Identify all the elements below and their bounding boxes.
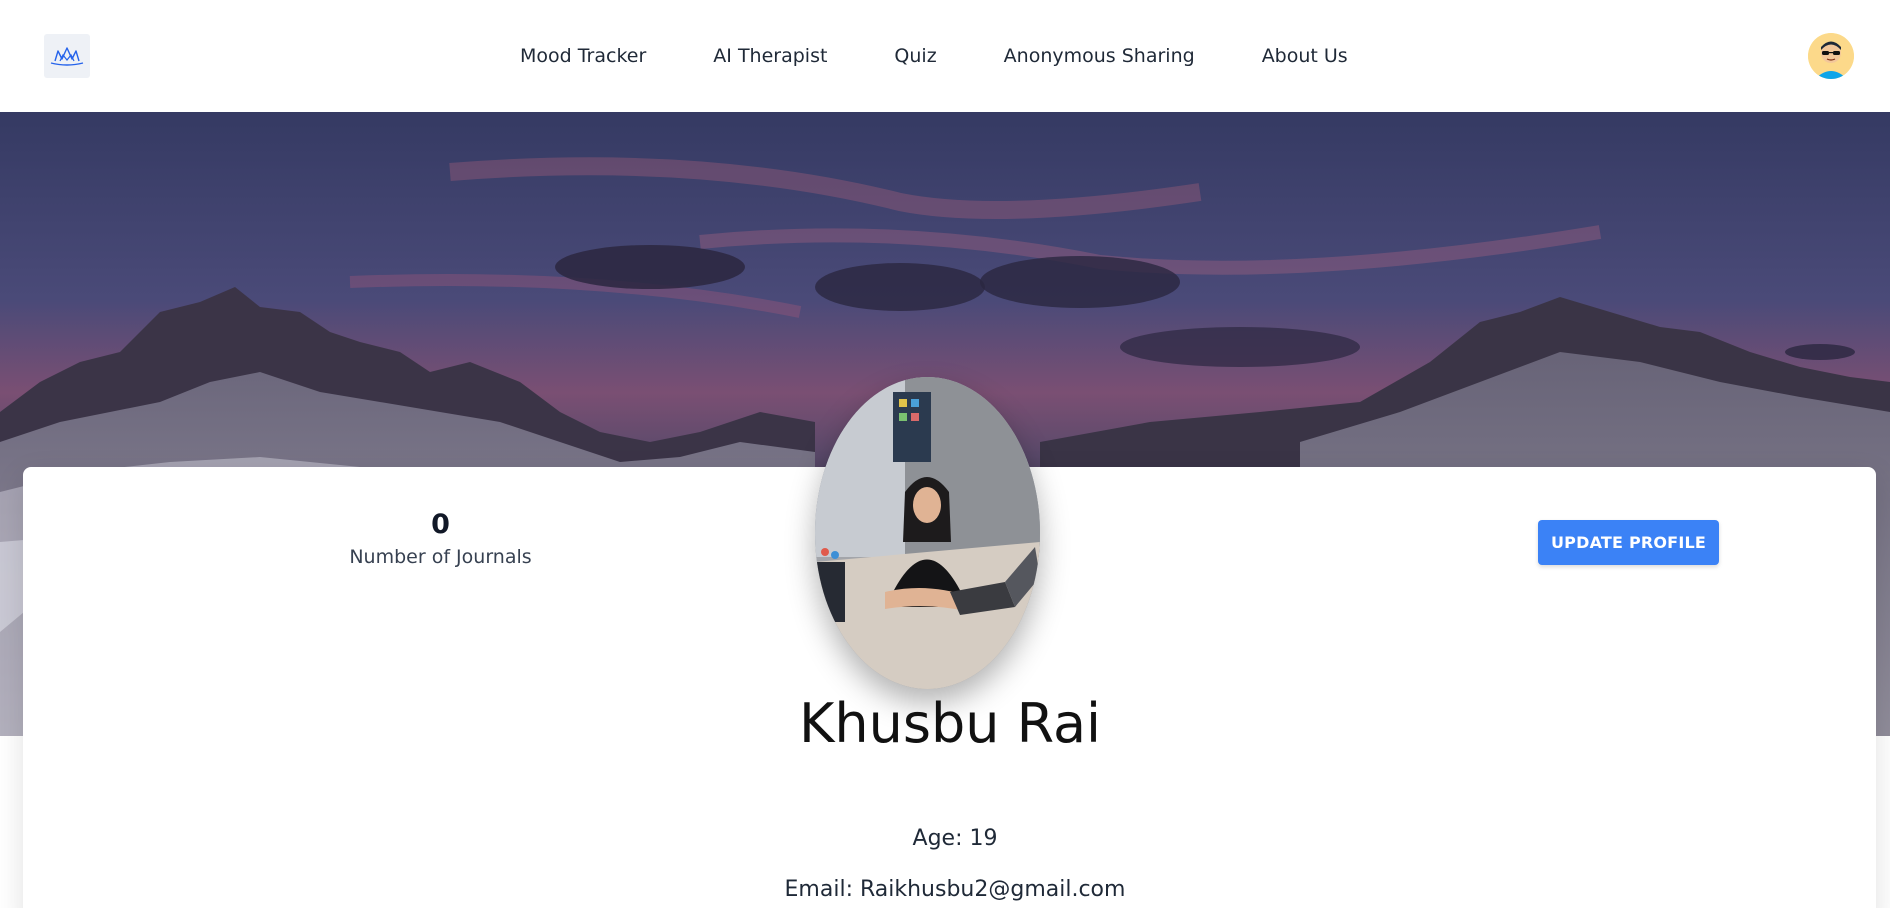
- nav-ai-therapist[interactable]: AI Therapist: [713, 45, 827, 67]
- nav-mood-tracker[interactable]: Mood Tracker: [520, 45, 646, 67]
- journals-stat: 0 Number of Journals: [333, 509, 548, 568]
- profile-photo: [815, 377, 1040, 689]
- main-nav: Mood Tracker AI Therapist Quiz Anonymous…: [520, 0, 1348, 112]
- journals-label: Number of Journals: [349, 546, 532, 568]
- profile-age: Age: 19: [912, 826, 998, 851]
- top-navbar: Mood Tracker AI Therapist Quiz Anonymous…: [0, 0, 1890, 112]
- nav-anonymous-sharing[interactable]: Anonymous Sharing: [1004, 45, 1195, 67]
- journals-count: 0: [431, 509, 450, 540]
- profile-name: Khusbu Rai: [798, 692, 1102, 755]
- update-profile-button[interactable]: UPDATE PROFILE: [1538, 520, 1719, 565]
- lotus-logo-icon[interactable]: [44, 34, 90, 78]
- user-avatar-icon[interactable]: [1808, 33, 1854, 79]
- nav-about-us[interactable]: About Us: [1262, 45, 1348, 67]
- profile-email: Email: Raikhusbu2@gmail.com: [784, 877, 1126, 902]
- nav-quiz[interactable]: Quiz: [894, 45, 936, 67]
